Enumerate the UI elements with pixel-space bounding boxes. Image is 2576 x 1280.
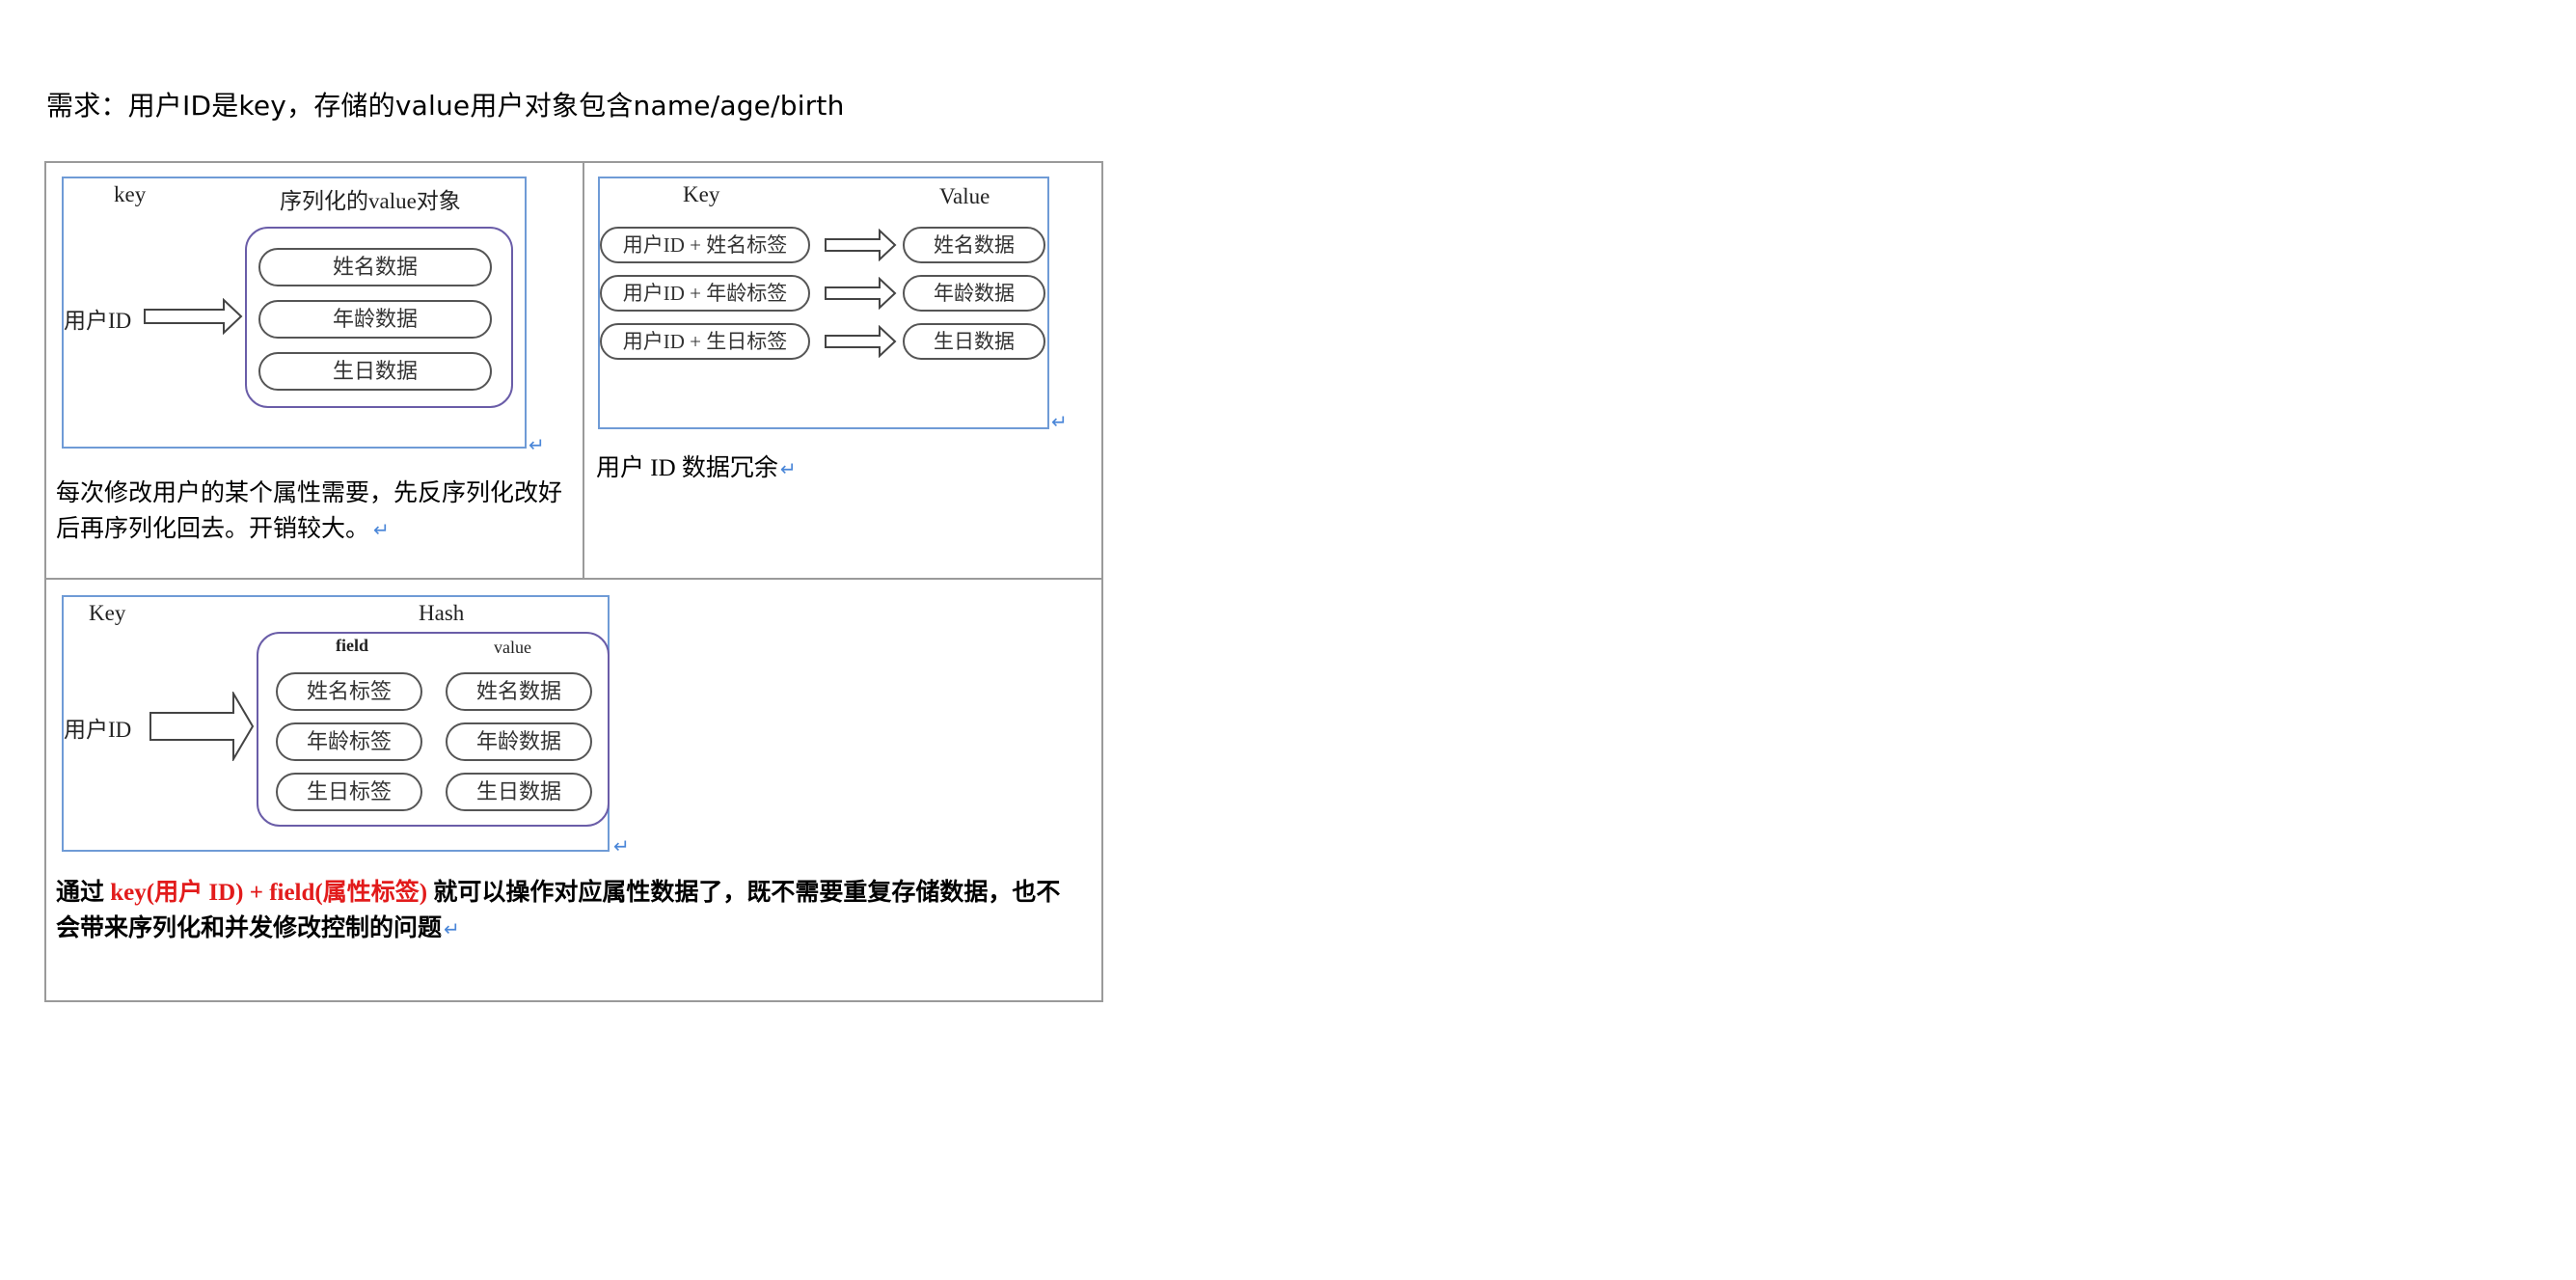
hash-header: Hash [419,601,465,625]
caption-line: 后再序列化回去。开销较大。 ↵ [56,516,390,542]
pill-value-age: 年龄数据 [903,275,1045,312]
key-header: key [114,182,147,206]
return-mark-icon: ↵ [1051,410,1068,433]
arrow-right-icon [149,692,255,761]
return-mark-icon: ↵ [529,433,545,456]
table-cell-hash: Key Hash 用户ID field value 姓名标签 姓名数据 年龄标签… [46,580,1101,1000]
key-header: Key [683,182,720,206]
pill-value-name: 姓名数据 [903,227,1045,263]
pill-value-age: 年龄数据 [446,722,592,761]
serialized-caption: 每次修改用户的某个属性需要，先反序列化改好 后再序列化回去。开销较大。 ↵ [56,476,577,548]
table-cell-split-keys: Key Value 用户ID + 姓名标签 姓名数据 用户ID + 年龄标签 年… [584,163,1101,580]
hash-group: field value 姓名标签 姓名数据 年龄标签 年龄数据 生日标签 生日数… [257,632,610,827]
pill-key-age: 用户ID + 年龄标签 [600,275,810,312]
pill-key-birth: 用户ID + 生日标签 [600,323,810,360]
pill-value-birth: 生日数据 [446,773,592,811]
pill-field-name: 姓名标签 [276,672,422,711]
requirement-heading: 需求：用户ID是key，存储的value用户对象包含name/age/birth [46,90,845,122]
hash-diagram: Key Hash 用户ID field value 姓名标签 姓名数据 年龄标签… [62,595,610,852]
return-mark-icon: ↵ [373,518,390,541]
pill-value-name: 姓名数据 [446,672,592,711]
user-id-label: 用户ID [64,309,132,333]
return-mark-icon: ↵ [779,457,797,480]
table-cell-serialized: key 序列化的value对象 用户ID 姓名数据 年龄数据 生日数据 ↵ 每次… [46,163,584,580]
arrow-right-icon [825,325,897,358]
split-keys-caption: 用户 ID 数据冗余 ↵ [596,455,797,481]
key-header: Key [89,601,126,625]
pill-name-data: 姓名数据 [258,248,492,286]
pill-value-birth: 生日数据 [903,323,1045,360]
comparison-table: key 序列化的value对象 用户ID 姓名数据 年龄数据 生日数据 ↵ 每次… [44,161,1103,1002]
pill-age-data: 年龄数据 [258,300,492,339]
field-header: field [336,636,368,655]
arrow-right-icon [825,277,897,310]
arrow-right-icon [825,229,897,261]
pill-birth-data: 生日数据 [258,352,492,391]
key-field-highlight: key(用户 ID) + field(属性标签) [110,880,428,906]
pill-field-age: 年龄标签 [276,722,422,761]
value-header: 序列化的value对象 [280,189,461,213]
pill-key-name: 用户ID + 姓名标签 [600,227,810,263]
return-mark-icon: ↵ [613,834,630,858]
user-id-label: 用户ID [64,718,132,742]
split-keys-diagram: Key Value 用户ID + 姓名标签 姓名数据 用户ID + 年龄标签 年… [598,177,1049,429]
caption-line: 会带来序列化和并发修改控制的问题 ↵ [56,915,460,941]
pill-field-birth: 生日标签 [276,773,422,811]
hash-caption: 通过 key(用户 ID) + field(属性标签) 就可以操作对应属性数据了… [56,875,1098,947]
serialized-object-diagram: key 序列化的value对象 用户ID 姓名数据 年龄数据 生日数据 [62,177,527,449]
caption-line: 每次修改用户的某个属性需要，先反序列化改好 [56,480,563,506]
return-mark-icon: ↵ [444,917,460,940]
caption-line: 通过 key(用户 ID) + field(属性标签) 就可以操作对应属性数据了… [56,880,1061,906]
value-header: Value [939,184,990,208]
value-header: value [494,638,531,657]
value-object-group: 姓名数据 年龄数据 生日数据 [245,227,513,408]
arrow-right-icon [144,298,243,335]
